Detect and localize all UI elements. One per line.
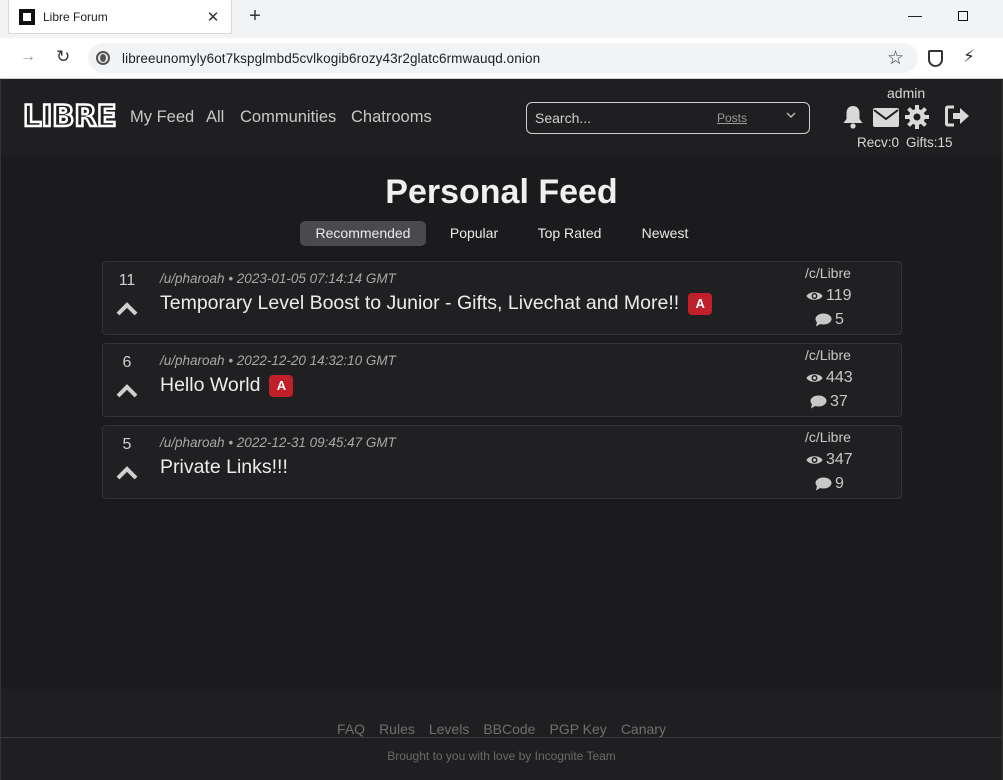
post-views: 443: [806, 369, 853, 387]
footer-link-faq[interactable]: FAQ: [337, 721, 365, 737]
post-comments: 37: [810, 393, 848, 411]
site-footer: FAQ Rules Levels BBCode PGP Key Canary B…: [1, 689, 1002, 780]
post-community[interactable]: /c/Libre: [805, 265, 851, 281]
post-title[interactable]: Hello World: [160, 374, 260, 397]
mail-icon[interactable]: [873, 108, 899, 132]
footer-link-pgp-key[interactable]: PGP Key: [549, 721, 606, 737]
address-bar[interactable]: libreeunomyly6ot7kspglmbd5cvlkogib6rozy4…: [88, 43, 918, 73]
post-views: 347: [806, 451, 853, 469]
footer-link-canary[interactable]: Canary: [621, 721, 666, 737]
forward-arrow-icon[interactable]: →: [20, 48, 36, 66]
tab-title: Libre Forum: [43, 9, 108, 24]
admin-badge: A: [688, 292, 713, 315]
eye-icon: [806, 374, 823, 382]
gifts-count: Gifts:15: [906, 135, 953, 150]
bell-icon[interactable]: [842, 105, 864, 134]
search-box: Posts: [526, 102, 810, 134]
search-type-select[interactable]: Posts: [717, 111, 747, 125]
upvote-icon[interactable]: [116, 384, 138, 403]
search-input[interactable]: [527, 103, 707, 133]
post-timestamp: 2022-12-31 09:45:47 GMT: [236, 435, 396, 450]
nav-chatrooms[interactable]: Chatrooms: [351, 108, 432, 127]
post-meta: /u/pharoah • 2022-12-20 14:32:10 GMT: [160, 353, 396, 368]
upvote-icon[interactable]: [116, 466, 138, 485]
site-header: LIBRE My Feed All Communities Chatrooms …: [1, 79, 1002, 157]
nav-my-feed[interactable]: My Feed: [130, 108, 194, 127]
eye-icon: [806, 456, 823, 464]
maximize-icon[interactable]: [948, 4, 978, 28]
post-author[interactable]: /u/pharoah: [160, 271, 225, 286]
site-logo[interactable]: LIBRE: [22, 98, 118, 135]
post-community[interactable]: /c/Libre: [805, 429, 851, 445]
browser-toolbar: → ↻ libreeunomyly6ot7kspglmbd5cvlkogib6r…: [0, 38, 1003, 79]
post-item: 11 /u/pharoah • 2023-01-05 07:14:14 GMT …: [102, 261, 902, 335]
close-icon[interactable]: ✕: [205, 8, 221, 26]
star-icon[interactable]: ☆: [887, 47, 904, 70]
post-score: 11: [118, 272, 136, 289]
eye-icon: [806, 292, 823, 300]
username[interactable]: admin: [887, 85, 925, 101]
post-views-count: 443: [826, 369, 853, 386]
post-title-row: Temporary Level Boost to Junior - Gifts,…: [160, 292, 713, 315]
post-score: 6: [122, 354, 132, 371]
post-timestamp: 2023-01-05 07:14:14 GMT: [236, 271, 396, 286]
upvote-icon[interactable]: [116, 302, 138, 321]
post-views-count: 347: [826, 451, 853, 468]
footer-credit: Brought to you with love by Incognite Te…: [387, 749, 616, 763]
onion-icon: [96, 51, 110, 65]
post-title-row: Private Links!!!: [160, 456, 288, 479]
tab-popular[interactable]: Popular: [438, 221, 510, 246]
post-title-row: Hello World A: [160, 374, 294, 397]
shield-icon[interactable]: [928, 50, 943, 67]
browser-tab[interactable]: Libre Forum ✕: [8, 0, 232, 34]
comment-icon: [815, 477, 832, 491]
post-score: 5: [122, 436, 132, 453]
post-item: 6 /u/pharoah • 2022-12-20 14:32:10 GMT H…: [102, 343, 902, 417]
post-comments-count: 37: [830, 393, 848, 410]
gear-icon[interactable]: [905, 105, 929, 134]
received-count: Recv:0: [857, 135, 900, 150]
wand-icon[interactable]: ⚡: [963, 47, 975, 67]
post-comments-count: 9: [835, 475, 844, 492]
post-comments: 5: [815, 311, 844, 329]
tab-recommended[interactable]: Recommended: [300, 221, 426, 246]
post-comments-count: 5: [835, 311, 844, 328]
footer-link-bbcode[interactable]: BBCode: [483, 721, 535, 737]
post-timestamp: 2022-12-20 14:32:10 GMT: [236, 353, 396, 368]
post-meta: /u/pharoah • 2022-12-31 09:45:47 GMT: [160, 435, 396, 450]
nav-all[interactable]: All: [206, 108, 224, 127]
minimize-icon[interactable]: —: [900, 4, 930, 28]
comment-icon: [810, 395, 827, 409]
post-item: 5 /u/pharoah • 2022-12-31 09:45:47 GMT P…: [102, 425, 902, 499]
footer-link-levels[interactable]: Levels: [429, 721, 469, 737]
post-views-count: 119: [826, 287, 852, 304]
post-comments: 9: [815, 475, 844, 493]
footer-link-rules[interactable]: Rules: [379, 721, 415, 737]
admin-badge: A: [269, 374, 294, 397]
footer-divider: [1, 737, 1002, 738]
post-title[interactable]: Private Links!!!: [160, 456, 288, 479]
site-content: LIBRE My Feed All Communities Chatrooms …: [0, 79, 1003, 780]
post-title[interactable]: Temporary Level Boost to Junior - Gifts,…: [160, 292, 679, 315]
logout-icon[interactable]: [945, 105, 971, 132]
post-meta: /u/pharoah • 2023-01-05 07:14:14 GMT: [160, 271, 396, 286]
tab-top-rated[interactable]: Top Rated: [528, 221, 611, 246]
url-text: libreeunomyly6ot7kspglmbd5cvlkogib6rozy4…: [122, 50, 541, 66]
page-title: Personal Feed: [385, 173, 618, 211]
post-author[interactable]: /u/pharoah: [160, 435, 225, 450]
tab-newest[interactable]: Newest: [629, 221, 701, 246]
post-community[interactable]: /c/Libre: [805, 347, 851, 363]
browser-tab-bar: Libre Forum ✕ + —: [0, 0, 1003, 38]
chevron-down-icon[interactable]: [785, 109, 797, 124]
site-favicon-icon: [19, 8, 35, 25]
reload-icon[interactable]: ↻: [56, 47, 70, 67]
post-views: 119: [806, 287, 852, 305]
comment-icon: [815, 313, 832, 327]
footer-links: FAQ Rules Levels BBCode PGP Key Canary: [1, 721, 1002, 737]
post-author[interactable]: /u/pharoah: [160, 353, 225, 368]
plus-icon[interactable]: +: [244, 4, 266, 28]
nav-communities[interactable]: Communities: [240, 108, 336, 127]
